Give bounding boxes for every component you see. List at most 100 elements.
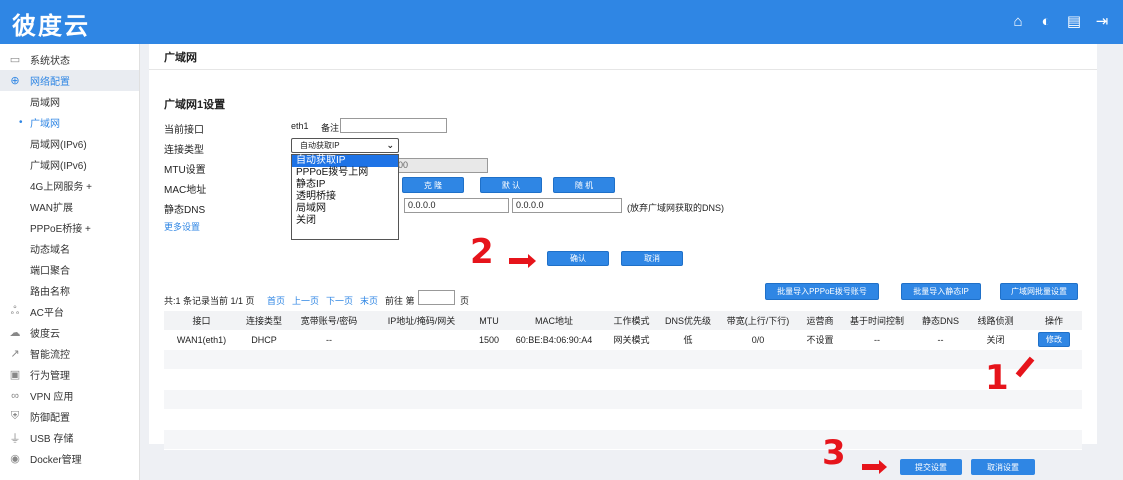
cell-bandwidth: 0/0 xyxy=(751,334,765,345)
sidebar-item-wan[interactable]: 广域网 xyxy=(0,112,139,133)
wan-bulk-settings-button[interactable]: 广域网批量设置 xyxy=(1000,283,1078,300)
pager-next[interactable]: 下一页 xyxy=(326,294,353,307)
sidebar-item-bidu-cloud[interactable]: ☁ 彼度云 xyxy=(0,322,139,343)
mac-random-button[interactable]: 随 机 xyxy=(553,177,615,193)
sidebar-item-ddns[interactable]: 动态域名 xyxy=(0,238,139,259)
sidebar-item-ac-platform[interactable]: ஃ AC平台 xyxy=(0,301,139,322)
pager-goto-suffix: 页 xyxy=(460,296,470,306)
docker-icon: ◉ xyxy=(10,453,20,465)
sidebar-item-docker[interactable]: ◉ Docker管理 xyxy=(0,448,139,469)
dns2-input[interactable]: 0.0.0.0 xyxy=(512,198,622,213)
logo-text: 彼度云 xyxy=(12,13,90,40)
mac-default-button[interactable]: 默 认 xyxy=(480,177,542,193)
table-row-empty xyxy=(164,430,1082,450)
sidebar-item-network-config[interactable]: ⊕ 网络配置 xyxy=(0,70,139,91)
bulk-import-static-ip-button[interactable]: 批量导入静态IP xyxy=(901,283,981,300)
cell-static-dns: -- xyxy=(937,334,944,345)
home-icon[interactable]: ⌂ xyxy=(1009,12,1027,30)
exit-icon[interactable]: ⇥ xyxy=(1093,12,1111,30)
sidebar-item-defense[interactable]: ⛨ 防御配置 xyxy=(0,406,139,427)
option-auto-ip[interactable]: 自动获取IP xyxy=(292,155,398,167)
sidebar-item-system-status[interactable]: ▭ 系统状态 xyxy=(0,49,139,70)
submit-settings-button[interactable]: 提交设置 xyxy=(900,459,962,475)
sidebar-item-vpn[interactable]: ∞ VPN 应用 xyxy=(0,385,139,406)
col-header: DNS优先级 xyxy=(664,316,711,326)
sidebar-item-behavior[interactable]: ▣ 行为管理 xyxy=(0,364,139,385)
col-header: 接口 xyxy=(192,316,211,326)
vpn-icon: ∞ xyxy=(11,389,19,402)
option-pppoe[interactable]: PPPoE拨号上网 xyxy=(292,167,398,179)
cell-mtu: 1500 xyxy=(478,334,500,345)
bulk-import-pppoe-button[interactable]: 批量导入PPPoE拨号账号 xyxy=(765,283,879,300)
option-lan[interactable]: 局域网 xyxy=(292,203,398,215)
table-row: WAN1(eth1) DHCP -- 1500 60:BE:B4:06:90:A… xyxy=(164,330,1082,350)
col-header: 运营商 xyxy=(806,316,834,326)
pager-first[interactable]: 首页 xyxy=(267,294,285,307)
shield-icon: ⛨ xyxy=(10,410,20,422)
sidebar-item-wan-ipv6[interactable]: 广域网(IPv6) xyxy=(0,154,139,175)
label-dns: 静态DNS xyxy=(164,205,206,216)
option-static-ip[interactable]: 静态IP xyxy=(292,179,398,191)
sidebar-item-lan[interactable]: 局域网 xyxy=(0,91,139,112)
col-header: 操作 xyxy=(1044,316,1063,326)
confirm-button[interactable]: 确认 xyxy=(547,251,609,266)
col-header: MTU xyxy=(479,315,499,326)
col-header: 静态DNS xyxy=(921,316,959,326)
marker-2: 2 xyxy=(470,232,494,272)
usb-icon: ⏚ xyxy=(9,432,21,445)
sidebar-item-route-name[interactable]: 路由名称 xyxy=(0,280,139,301)
marker-1: 1 xyxy=(985,358,1009,398)
cell-conn-type: DHCP xyxy=(251,334,277,345)
cell-action: 修改 xyxy=(1023,330,1085,349)
network-icon: ஃ xyxy=(10,304,20,317)
pager-prev[interactable]: 上一页 xyxy=(292,294,319,307)
cancel-button[interactable]: 取消 xyxy=(621,251,683,266)
cell-interface: WAN1(eth1) xyxy=(176,334,227,345)
table-row-empty xyxy=(164,410,1082,430)
table-header-row: 接口 连接类型 宽带账号/密码 IP地址/掩码/网关 MTU MAC地址 工作模… xyxy=(164,311,1082,330)
sidebar-item-usb[interactable]: ⏚ USB 存储 xyxy=(0,427,139,448)
chart-icon: ↗ xyxy=(10,348,20,360)
page-title: 广域网 xyxy=(149,44,1097,70)
sidebar-item-pppoe-bridge[interactable]: PPPoE桥接 + xyxy=(0,217,139,238)
conn-type-select[interactable]: 自动获取IP ⌄ xyxy=(291,138,399,153)
remark-input[interactable] xyxy=(340,118,447,133)
pager-last[interactable]: 末页 xyxy=(360,294,378,307)
logo: 彼度云 xyxy=(12,6,90,41)
dns1-input[interactable]: 0.0.0.0 xyxy=(404,198,509,213)
pager-page-input[interactable] xyxy=(418,290,455,305)
mac-clone-button[interactable]: 克 隆 xyxy=(402,177,464,193)
arrow-right-icon xyxy=(862,460,887,474)
option-bridge[interactable]: 透明桥接 xyxy=(292,191,398,203)
sidebar-item-wan-ext[interactable]: WAN扩展 xyxy=(0,196,139,217)
main-panel: 广域网 广域网1设置 当前接口 eth1 备注 连接类型 自动获取IP ⌄ 自动… xyxy=(149,44,1097,450)
top-icon-group: ⌂ ◐ ▤ ⇥ xyxy=(1009,12,1111,31)
mtu-input[interactable]: 00 xyxy=(394,158,488,173)
sidebar-item-flow-control[interactable]: ↗ 智能流控 xyxy=(0,343,139,364)
sidebar-item-lan-ipv6[interactable]: 局域网(IPv6) xyxy=(0,133,139,154)
arrow-right-icon xyxy=(509,254,536,268)
cell-isp: 不设置 xyxy=(806,335,834,345)
option-off[interactable]: 关闭 xyxy=(292,215,398,227)
more-settings-link[interactable]: 更多设置 xyxy=(164,220,200,233)
cell-dns-priority: 低 xyxy=(683,335,693,345)
sidebar-item-port-aggregation[interactable]: 端口聚合 xyxy=(0,259,139,280)
sidebar-item-4g[interactable]: 4G上网服务 + xyxy=(0,175,139,196)
dns-note: (放弃广域网获取的DNS) xyxy=(627,203,724,213)
sidebar: ▭系统状态 ⊕网络配置 局域网 广域网 局域网(IPv6) 广域网(IPv6) … xyxy=(0,44,140,480)
screen-icon[interactable]: ▤ xyxy=(1065,12,1083,30)
wan-table: 接口 连接类型 宽带账号/密码 IP地址/掩码/网关 MTU MAC地址 工作模… xyxy=(164,311,1082,450)
cell-ip xyxy=(369,330,474,349)
col-header: 基于时间控制 xyxy=(849,316,904,326)
label-mtu: MTU设置 xyxy=(164,165,206,176)
edit-button[interactable]: 修改 xyxy=(1038,332,1070,347)
conn-type-selected: 自动获取IP xyxy=(300,141,340,150)
play-icon[interactable]: ◐ xyxy=(1037,12,1055,30)
cell-account: -- xyxy=(326,334,332,345)
cell-work-mode: 网关模式 xyxy=(613,335,650,345)
label-interface: 当前接口 xyxy=(164,125,204,136)
col-header: 宽带账号/密码 xyxy=(300,316,358,326)
cancel-settings-button[interactable]: 取消设置 xyxy=(971,459,1035,475)
pager-goto-prefix: 前往 第 xyxy=(385,296,415,306)
marker-3: 3 xyxy=(822,433,846,473)
